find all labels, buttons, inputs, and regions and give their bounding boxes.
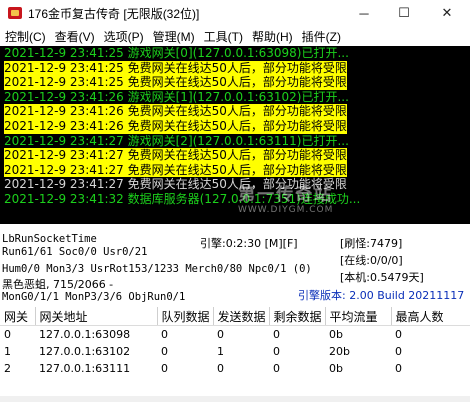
log-line: 2021-12-9 23:41:32 数据库服务器(127.0.0.1:7351… — [4, 191, 361, 206]
table-cell: 0b — [329, 362, 343, 375]
table-cell: 127.0.0.1:63098 — [39, 328, 131, 341]
online-count: [在线:0/0/0] — [340, 254, 403, 267]
log-line: 2021-12-9 23:41:25 免费网关在线达50人后，部分功能将受限 — [4, 75, 347, 90]
log-line: 2021-12-9 23:41:26 免费网关在线达50人后，部分功能将受限 — [4, 104, 347, 119]
log-pane[interactable]: 2021-12-9 23:41:25 游戏网关[0](127.0.0.1:630… — [0, 46, 470, 224]
column-header-address[interactable]: 网关地址 — [35, 307, 158, 326]
table-cell: 0b — [329, 328, 343, 341]
log-line: 2021-12-9 23:41:26 游戏网关[1](127.0.0.1:631… — [4, 89, 349, 104]
table-row[interactable]: 0 127.0.0.1:63098 0 0 0 0b 0 — [0, 326, 470, 344]
local-runtime: [本机:0.5479天] — [340, 271, 424, 284]
menu-view[interactable]: 查看(V) — [50, 28, 99, 45]
table-cell: 0 — [395, 362, 402, 375]
table-cell: 2 — [4, 362, 11, 375]
table-cell: 127.0.0.1:63111 — [39, 362, 131, 375]
monster-counters: MonG0/1/1 MonP3/3/6 ObjRun0/1 — [2, 291, 186, 303]
table-cell: 0 — [217, 328, 224, 341]
table-header-row: 网关 网关地址 队列数据 发送数据 剩余数据 平均流量 最高人数 — [0, 307, 470, 326]
table-cell: 0 — [4, 328, 11, 341]
table-cell: 0 — [161, 345, 168, 358]
table-cell: 0 — [161, 362, 168, 375]
title-bar: 176金币复古传奇 [无限版(32位)] ─ ☐ ✕ — [0, 0, 470, 26]
engine-version: 引擎版本: 2.00 Build 20211117 — [298, 289, 465, 302]
log-line: 2021-12-9 23:41:27 免费网关在线达50人后，部分功能将受限 — [4, 177, 347, 192]
table-cell: 0 — [161, 328, 168, 341]
column-header-gateway[interactable]: 网关 — [0, 307, 36, 326]
table-cell: 0 — [273, 345, 280, 358]
column-header-max-users[interactable]: 最高人数 — [391, 307, 470, 326]
status-panel: LbRunSocketTime 引擎:0:2:30 [M][F] [刷怪:747… — [0, 224, 470, 306]
horizontal-scrollbar[interactable] — [0, 396, 470, 402]
socket-time-label: LbRunSocketTime — [2, 233, 97, 245]
column-header-queue[interactable]: 队列数据 — [157, 307, 214, 326]
table-cell: 0 — [217, 362, 224, 375]
refresh-count: [刷怪:7479] — [340, 237, 403, 250]
menu-help[interactable]: 帮助(H) — [247, 28, 297, 45]
column-header-remaining[interactable]: 剩余数据 — [269, 307, 326, 326]
monster-info: 黑色恶蛆, 715/2066 - — [2, 278, 114, 291]
table-cell: 0 — [273, 328, 280, 341]
menu-control[interactable]: 控制(C) — [0, 28, 50, 45]
column-header-sent[interactable]: 发送数据 — [213, 307, 270, 326]
log-line: 2021-12-9 23:41:27 免费网关在线达50人后，部分功能将受限 — [4, 148, 347, 163]
run-counters: Run61/61 Soc0/0 Usr0/21 — [2, 246, 148, 258]
menu-tools[interactable]: 工具(T) — [199, 28, 247, 45]
table-cell: 0 — [395, 328, 402, 341]
menu-options[interactable]: 选项(P) — [99, 28, 148, 45]
table-cell: 0 — [273, 362, 280, 375]
log-line: 2021-12-9 23:41:25 游戏网关[0](127.0.0.1:630… — [4, 46, 349, 60]
column-header-avg-traffic[interactable]: 平均流量 — [325, 307, 392, 326]
maximize-button[interactable]: ☐ — [384, 0, 424, 26]
table-cell: 0 — [395, 345, 402, 358]
menu-plugins[interactable]: 插件(Z) — [297, 28, 345, 45]
table-row[interactable]: 1 127.0.0.1:63102 0 1 0 20b 0 — [0, 343, 470, 360]
close-button[interactable]: ✕ — [424, 0, 470, 26]
gateway-table: 网关 网关地址 队列数据 发送数据 剩余数据 平均流量 最高人数 0 127.0… — [0, 307, 470, 377]
minimize-button[interactable]: ─ — [344, 0, 384, 26]
table-cell: 20b — [329, 345, 350, 358]
log-line: 2021-12-9 23:41:27 免费网关在线达50人后，部分功能将受限 — [4, 162, 347, 178]
hum-counters: Hum0/0 Mon3/3 UsrRot153/1233 Merch0/80 N… — [2, 263, 312, 275]
menu-bar: 控制(C) 查看(V) 选项(P) 管理(M) 工具(T) 帮助(H) 插件(Z… — [0, 26, 470, 46]
window-title: 176金币复古传奇 [无限版(32位)] — [28, 6, 200, 21]
log-line: 2021-12-9 23:41:26 免费网关在线达50人后，部分功能将受限 — [4, 118, 347, 134]
menu-manage[interactable]: 管理(M) — [148, 28, 199, 45]
table-cell: 1 — [4, 345, 11, 358]
table-cell: 127.0.0.1:63102 — [39, 345, 131, 358]
app-icon — [8, 7, 22, 19]
engine-uptime: 引擎:0:2:30 [M][F] — [200, 237, 298, 250]
log-line: 2021-12-9 23:41:27 游戏网关[2](127.0.0.1:631… — [4, 133, 349, 148]
table-cell: 1 — [217, 345, 224, 358]
log-line: 2021-12-9 23:41:25 免费网关在线达50人后，部分功能将受限 — [4, 60, 347, 76]
table-row[interactable]: 2 127.0.0.1:63111 0 0 0 0b 0 — [0, 360, 470, 377]
